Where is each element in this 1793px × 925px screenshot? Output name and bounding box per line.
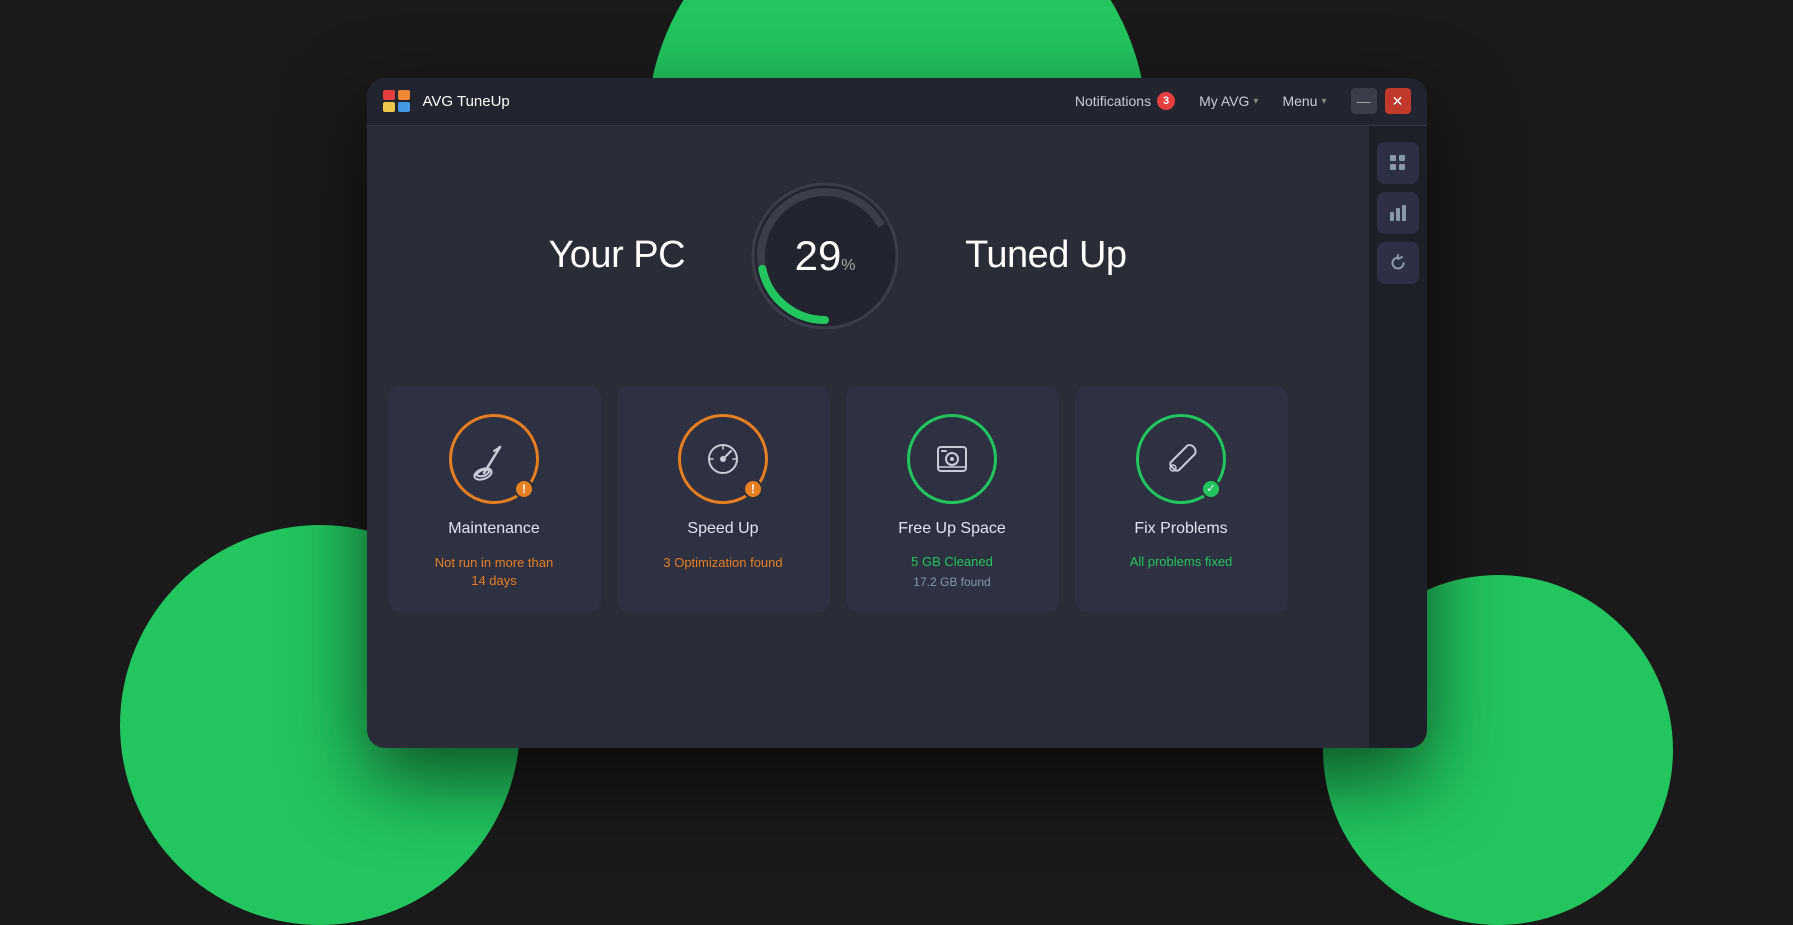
app-window: AVG TuneUp Notifications 3 My AVG ▾ Menu… xyxy=(367,78,1427,748)
minimize-button[interactable]: — xyxy=(1351,88,1377,114)
my-avg-menu[interactable]: My AVG ▾ xyxy=(1199,93,1258,109)
refresh-button[interactable] xyxy=(1377,242,1419,284)
fix-problems-title: Fix Problems xyxy=(1134,520,1227,538)
free-up-space-title: Free Up Space xyxy=(898,520,1006,538)
your-pc-label: Your PC xyxy=(548,234,685,277)
menu-dropdown[interactable]: Menu ▾ xyxy=(1282,93,1326,109)
grid-icon xyxy=(1389,154,1407,172)
avg-logo-icon xyxy=(383,90,411,112)
speed-gauge-icon xyxy=(701,437,745,481)
my-avg-label: My AVG xyxy=(1199,93,1249,109)
free-up-space-icon-ring xyxy=(907,414,997,504)
fix-problems-success-badge: ✓ xyxy=(1201,479,1221,499)
maintenance-broom-icon xyxy=(472,437,516,481)
free-up-space-status-green: 5 GB Cleaned xyxy=(911,554,993,569)
fix-problems-icon-ring: ✓ xyxy=(1136,414,1226,504)
titlebar: AVG TuneUp Notifications 3 My AVG ▾ Menu… xyxy=(367,78,1427,126)
window-controls: — ✕ xyxy=(1351,88,1411,114)
app-name: AVG TuneUp xyxy=(423,93,510,110)
speed-up-card[interactable]: ! Speed Up 3 Optimization found xyxy=(617,386,830,612)
bar-chart-icon xyxy=(1389,204,1407,222)
gauge-value-display: 29 % xyxy=(795,232,856,280)
chart-view-button[interactable] xyxy=(1377,192,1419,234)
gauge-unit: % xyxy=(841,257,855,275)
maintenance-icon-ring: ! xyxy=(449,414,539,504)
notifications-button[interactable]: Notifications 3 xyxy=(1075,92,1175,110)
speed-up-warning-badge: ! xyxy=(743,479,763,499)
speed-up-icon-ring: ! xyxy=(678,414,768,504)
menu-label: Menu xyxy=(1282,93,1317,109)
app-logo: AVG TuneUp xyxy=(383,90,510,112)
notifications-label: Notifications xyxy=(1075,93,1151,109)
notifications-badge: 3 xyxy=(1157,92,1175,110)
cards-row: ! Maintenance Not run in more than 14 da… xyxy=(388,386,1288,612)
grid-view-button[interactable] xyxy=(1377,142,1419,184)
performance-gauge: 29 % xyxy=(745,176,905,336)
refresh-icon xyxy=(1389,254,1407,272)
maintenance-status: Not run in more than 14 days xyxy=(435,554,554,590)
main-content: Your PC 29 % Tune xyxy=(367,126,1427,748)
wrench-icon xyxy=(1159,437,1203,481)
free-up-space-card[interactable]: Free Up Space 5 GB Cleaned 17.2 GB found xyxy=(846,386,1059,612)
fix-problems-card[interactable]: ✓ Fix Problems All problems fixed xyxy=(1075,386,1288,612)
close-button[interactable]: ✕ xyxy=(1385,88,1411,114)
maintenance-title: Maintenance xyxy=(448,520,540,538)
fix-problems-status: All problems fixed xyxy=(1130,554,1233,569)
disk-icon xyxy=(930,437,974,481)
maintenance-card[interactable]: ! Maintenance Not run in more than 14 da… xyxy=(388,386,601,612)
speed-up-title: Speed Up xyxy=(687,520,758,538)
my-avg-chevron-icon: ▾ xyxy=(1253,96,1258,107)
menu-chevron-icon: ▾ xyxy=(1321,96,1326,107)
tuned-up-label: Tuned Up xyxy=(965,234,1126,277)
center-area: Your PC 29 % Tune xyxy=(367,126,1369,748)
titlebar-nav: Notifications 3 My AVG ▾ Menu ▾ xyxy=(1075,92,1327,110)
free-up-space-status-sub: 17.2 GB found xyxy=(913,575,990,589)
maintenance-warning-badge: ! xyxy=(514,479,534,499)
sidebar-right xyxy=(1369,126,1427,748)
pc-status-section: Your PC 29 % Tune xyxy=(387,176,1289,336)
gauge-number: 29 xyxy=(795,232,842,280)
speed-up-status: 3 Optimization found xyxy=(663,554,782,572)
